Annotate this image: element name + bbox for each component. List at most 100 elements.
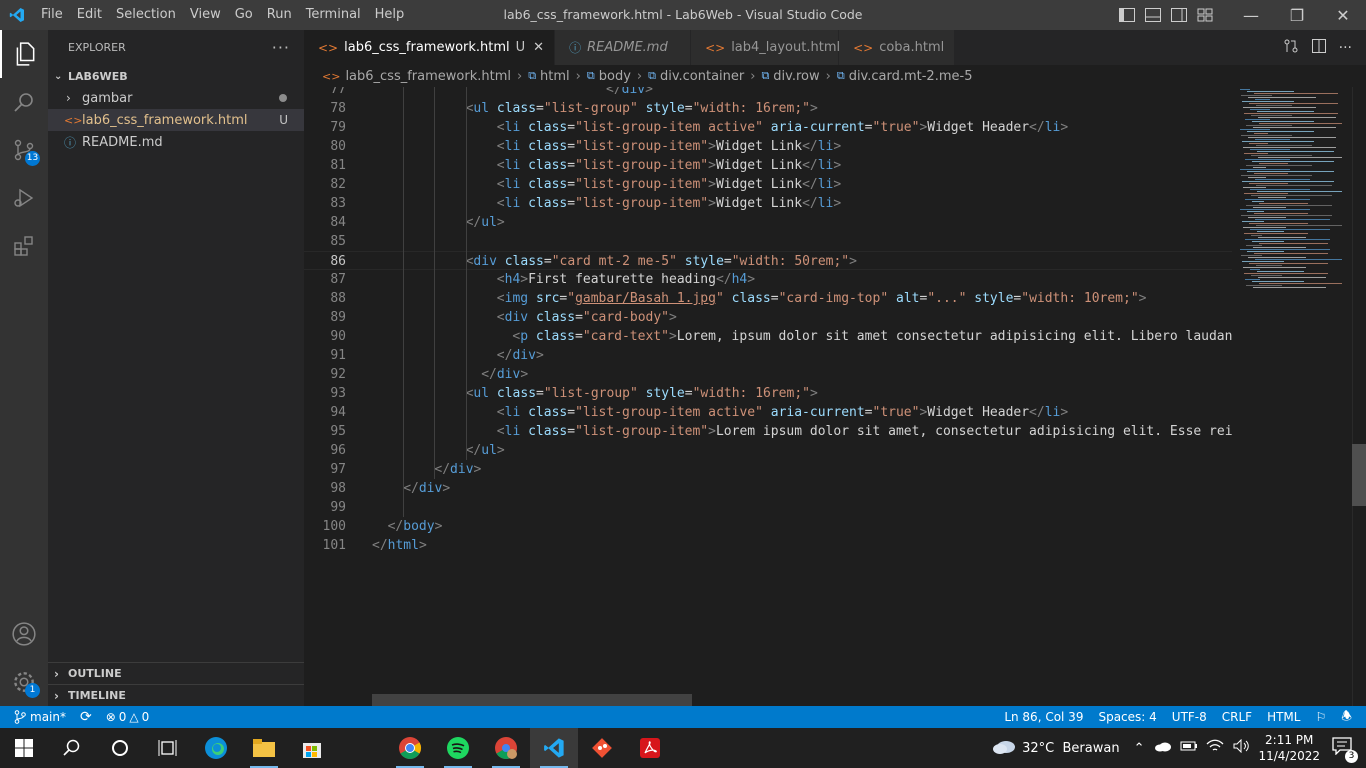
onedrive-cloud-icon[interactable] [1154,740,1172,756]
code-line[interactable]: 85 [304,232,1232,251]
weather-text[interactable]: 32°C Berawan [1022,741,1119,756]
file-explorer-icon[interactable] [240,728,288,768]
tab-lab4-layout[interactable]: <> lab4_layout.html [691,30,840,65]
breadcrumb-container[interactable]: div.container [660,69,744,84]
taskbar-clock[interactable]: 2:11 PM 11/4/2022 [1258,732,1320,764]
menu-edit[interactable]: Edit [70,0,109,30]
code-line[interactable]: 99 [304,498,1232,517]
restore-icon[interactable]: ❐ [1274,0,1320,30]
encoding[interactable]: UTF-8 [1172,710,1207,724]
spotify-icon[interactable] [434,728,482,768]
cursor-position[interactable]: Ln 86, Col 39 [1004,710,1083,724]
code-line[interactable]: 82 <li class="list-group-item">Widget Lin… [304,175,1232,194]
code-editor[interactable]: 77 </div> 78 <ul class="list-group" style="… [304,87,1232,706]
code-line[interactable]: 83 <li class="list-group-item">Widget Lin… [304,194,1232,213]
code-line[interactable]: 101 </html> [304,536,1232,555]
timeline-section[interactable]: › TIMELINE [48,684,304,706]
vscode-taskbar-icon[interactable] [530,728,578,768]
breadcrumb-body[interactable]: body [599,69,631,84]
chrome-icon[interactable] [386,728,434,768]
language-mode[interactable]: HTML [1267,710,1300,724]
chrome-profile-icon[interactable] [482,728,530,768]
sync-icon[interactable]: ⟳ [80,709,92,725]
split-editor-icon[interactable] [1311,38,1327,58]
code-line[interactable]: 98 </div> [304,479,1232,498]
menu-run[interactable]: Run [260,0,299,30]
menu-selection[interactable]: Selection [109,0,183,30]
chevron-up-icon[interactable]: ⌃ [1134,741,1145,756]
code-line[interactable]: 100 </body> [304,517,1232,536]
minimize-icon[interactable]: — [1228,0,1274,30]
code-line[interactable]: 88 <img src="gambar/Basah 1.jpg" class="c… [304,289,1232,308]
breadcrumb-row[interactable]: div.row [773,69,819,84]
code-line[interactable]: 77 </div> [304,87,1232,99]
edge-browser-icon[interactable] [192,728,240,768]
open-changes-icon[interactable] [1283,38,1299,58]
tree-item-gambar[interactable]: › gambar [48,87,304,109]
outline-section[interactable]: › OUTLINE [48,662,304,684]
wifi-icon[interactable] [1206,739,1224,757]
git-gui-icon[interactable] [578,728,626,768]
code-line[interactable]: 89 <div class="card-body"> [304,308,1232,327]
code-line[interactable]: 79 <li class="list-group-item active" ari… [304,118,1232,137]
code-line[interactable]: 92 </div> [304,365,1232,384]
run-debug-icon[interactable] [0,174,48,222]
tab-lab6-css-framework[interactable]: <> lab6_css_framework.html U ✕ [304,30,556,65]
toggle-secondary-sidebar-icon[interactable] [1170,7,1190,23]
accounts-icon[interactable] [0,610,48,658]
code-line[interactable]: 93 <ul class="list-group" style="width: 1… [304,384,1232,403]
code-line[interactable]: 84 </ul> [304,213,1232,232]
breadcrumb-card[interactable]: div.card.mt-2.me-5 [849,69,973,84]
windows-start-icon[interactable] [0,728,48,768]
code-line[interactable]: 95 <li class="list-group-item">Lorem ipsu… [304,422,1232,441]
line-ending[interactable]: CRLF [1222,710,1252,724]
breadcrumb-html[interactable]: html [540,69,570,84]
code-line[interactable]: 91 </div> [304,346,1232,365]
more-actions-icon[interactable]: ··· [1339,40,1352,56]
menu-go[interactable]: Go [228,0,260,30]
tab-readme[interactable]: ⓘ README.md [555,30,692,65]
vertical-scrollbar-track[interactable] [1352,87,1366,706]
code-line[interactable]: 87 <h4>First featurette heading</h4> [304,270,1232,289]
extensions-icon[interactable] [0,222,48,270]
vertical-scrollbar-thumb[interactable] [1352,444,1366,506]
problems-status[interactable]: ⊗ 0 △ 0 [106,710,150,724]
code-line[interactable]: 80 <li class="list-group-item">Widget Lin… [304,137,1232,156]
volume-icon[interactable] [1232,738,1250,757]
customize-layout-icon[interactable] [1196,7,1216,23]
action-center-icon[interactable]: 3 [1332,737,1358,763]
settings-gear-icon[interactable]: 1 [0,658,48,706]
branch-status[interactable]: main* [14,710,66,724]
minimap[interactable] [1232,87,1352,706]
indentation[interactable]: Spaces: 4 [1098,710,1156,724]
close-window-icon[interactable]: ✕ [1320,0,1366,30]
task-view-icon[interactable] [144,728,192,768]
close-tab-icon[interactable]: ✕ [533,40,544,55]
cortana-icon[interactable] [96,728,144,768]
code-line[interactable]: 81 <li class="list-group-item">Widget Lin… [304,156,1232,175]
horizontal-scrollbar[interactable] [372,694,692,706]
notifications-bell-icon[interactable]: 🕭 [1341,707,1352,728]
source-control-icon[interactable]: 13 [0,126,48,174]
menu-help[interactable]: Help [368,0,412,30]
menu-file[interactable]: File [34,0,70,30]
tab-coba[interactable]: <> coba.html [839,30,956,65]
code-line[interactable]: 97 </div> [304,460,1232,479]
battery-icon[interactable] [1180,740,1198,756]
tree-item-lab6[interactable]: <> lab6_css_framework.html U [48,109,304,131]
menu-terminal[interactable]: Terminal [299,0,368,30]
more-actions-icon[interactable]: ··· [272,38,290,57]
breadcrumb-file[interactable]: lab6_css_framework.html [345,69,511,84]
toggle-sidebar-icon[interactable] [1118,7,1138,23]
weather-cloud-icon[interactable] [992,738,1016,758]
taskbar-search-icon[interactable] [48,728,96,768]
menu-view[interactable]: View [183,0,228,30]
microsoft-store-icon[interactable] [288,728,336,768]
code-line[interactable]: 86 <div class="card mt-2 me-5" style="wid… [304,251,1232,270]
code-line[interactable]: 94 <li class="list-group-item active" ari… [304,403,1232,422]
feedback-icon[interactable]: ⚐ [1315,710,1326,724]
tree-item-readme[interactable]: ⓘ README.md [48,131,304,153]
workspace-folder[interactable]: ⌄ LAB6WEB [48,65,304,87]
explorer-icon[interactable] [0,30,48,78]
code-line[interactable]: 90 <p class="card-text">Lorem, ipsum dolo… [304,327,1232,346]
